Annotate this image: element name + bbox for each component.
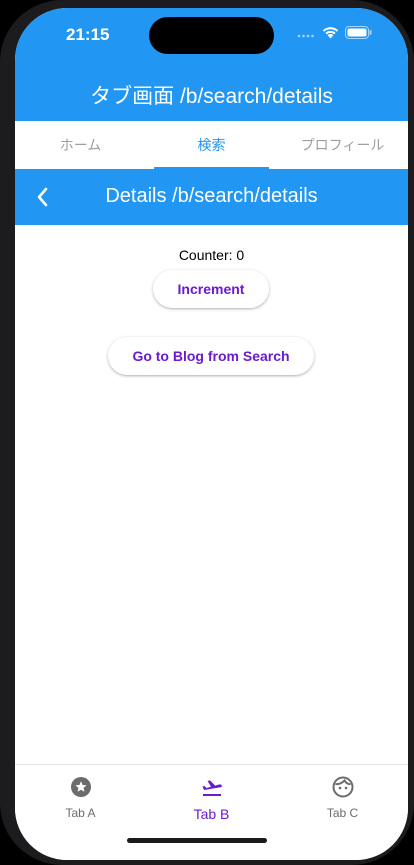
nav-label: Tab A — [65, 806, 96, 820]
status-icons — [297, 26, 372, 44]
nav-item-tab-c[interactable]: Tab C — [277, 765, 408, 860]
counter-text: Counter: 0 — [178, 247, 245, 263]
nav-label: Tab C — [326, 806, 359, 820]
home-indicator[interactable] — [127, 838, 267, 843]
details-title: Details /b/search/details — [105, 185, 318, 207]
details-app-bar: Details /b/search/details — [15, 169, 408, 225]
tab-label: 検索 — [197, 137, 226, 153]
app-header: 21:15 タブ画面 /b/search/details — [15, 8, 408, 121]
nav-label: Tab B — [193, 806, 230, 822]
flight-takeoff-icon — [200, 775, 224, 804]
tab-home[interactable]: ホーム — [15, 121, 146, 169]
tab-profile[interactable]: プロフィール — [277, 121, 408, 169]
nav-item-tab-b[interactable]: Tab B — [146, 765, 277, 860]
tab-label: プロフィール — [300, 137, 385, 153]
star-circle-icon — [69, 775, 93, 804]
nav-item-tab-a[interactable]: Tab A — [15, 765, 146, 860]
battery-icon — [345, 26, 372, 44]
tab-search[interactable]: 検索 — [146, 121, 277, 169]
go-to-blog-button[interactable]: Go to Blog from Search — [108, 337, 314, 375]
signal-icon — [297, 26, 317, 44]
phone-frame: 21:15 タブ画面 /b/search/details ホーム 検索 プロフィ… — [0, 0, 414, 865]
top-tab-bar: ホーム 検索 プロフィール — [15, 121, 408, 169]
status-time: 21:15 — [66, 25, 110, 44]
page-title: タブ画面 /b/search/details — [90, 85, 333, 108]
bottom-navigation: Tab A Tab B Tab C — [15, 764, 408, 860]
dynamic-island — [149, 17, 274, 54]
wifi-icon — [322, 26, 339, 44]
screen: 21:15 タブ画面 /b/search/details ホーム 検索 プロフィ… — [15, 8, 408, 860]
face-icon — [331, 775, 355, 804]
increment-button[interactable]: Increment — [153, 270, 269, 308]
tab-label: ホーム — [59, 137, 102, 153]
